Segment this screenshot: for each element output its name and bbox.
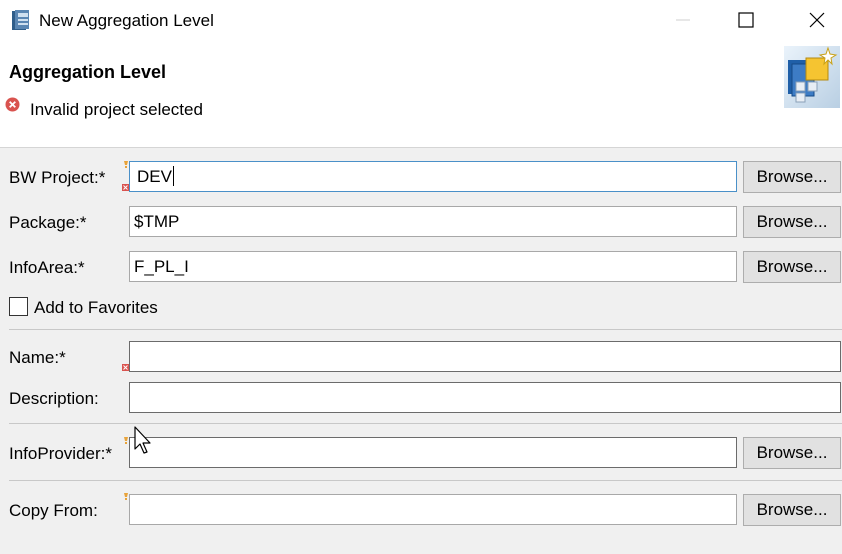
add-to-favorites-checkbox[interactable] [9,297,28,316]
wizard-header: Aggregation Level Invalid project select… [0,42,842,148]
field-error-icon [122,184,129,191]
minimize-icon [676,19,690,21]
maximize-button[interactable] [723,0,769,40]
copy-from-label: Copy From: [9,501,98,520]
separator [9,480,842,481]
close-icon [809,12,825,28]
mouse-pointer-icon [134,426,151,454]
infoprovider-input[interactable] [129,437,737,468]
description-input[interactable] [129,382,841,413]
window-title: New Aggregation Level [39,11,214,30]
infoarea-browse-button[interactable]: Browse... [743,251,841,283]
copy-from-input[interactable] [129,494,737,525]
name-label: Name:* [9,348,66,367]
title-bar: New Aggregation Level [0,0,842,42]
description-label: Description: [9,389,99,408]
aggregation-level-wizard-icon [784,46,840,108]
infoarea-label: InfoArea:* [9,258,85,277]
page-title: Aggregation Level [9,62,167,82]
copy-from-browse-button[interactable]: Browse... [743,494,841,526]
package-label: Package:* [9,213,87,232]
maximize-icon [738,12,754,28]
package-input[interactable]: $TMP [129,206,737,237]
error-icon [5,97,20,112]
bw-project-input[interactable]: DEV [129,161,737,192]
field-error-icon [122,364,129,371]
add-to-favorites-label[interactable]: Add to Favorites [34,298,158,318]
separator [9,329,842,330]
name-input[interactable] [129,341,841,372]
package-browse-button[interactable]: Browse... [743,206,841,238]
infoarea-input[interactable]: F_PL_I [129,251,737,282]
separator [9,423,842,424]
error-message: Invalid project selected [30,100,203,119]
bw-project-label: BW Project:* [9,168,106,187]
app-icon [12,10,29,30]
minimize-button[interactable] [660,0,706,40]
text-caret [172,166,174,186]
bw-project-browse-button[interactable]: Browse... [743,161,841,193]
infoprovider-browse-button[interactable]: Browse... [743,437,841,469]
infoprovider-label: InfoProvider:* [9,444,112,463]
close-button[interactable] [794,0,840,40]
